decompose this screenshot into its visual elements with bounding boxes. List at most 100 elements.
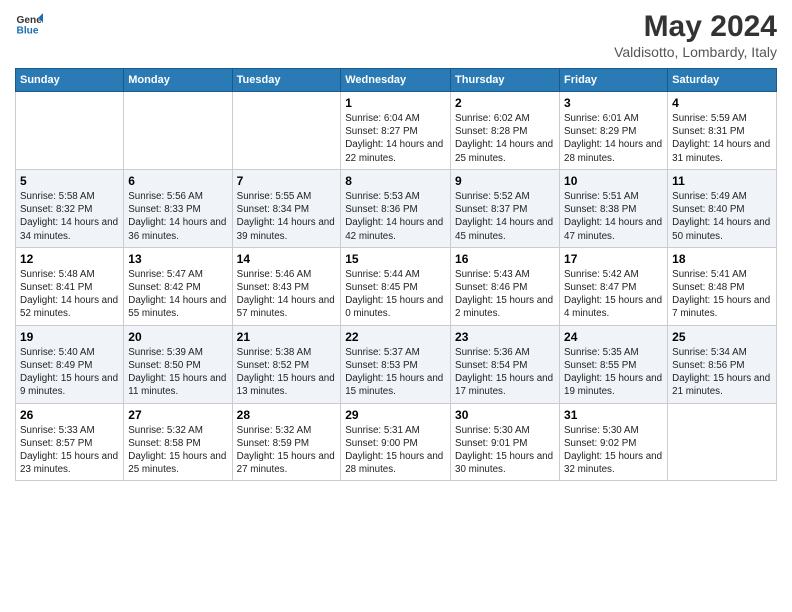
day-info: Sunrise: 5:58 AMSunset: 8:32 PMDaylight:… bbox=[20, 191, 118, 242]
day-number: 1 bbox=[345, 96, 446, 110]
cell-week3-day4: 23 Sunrise: 5:36 AMSunset: 8:54 PMDayligh… bbox=[451, 325, 560, 403]
day-info: Sunrise: 5:37 AMSunset: 8:53 PMDaylight:… bbox=[345, 347, 443, 398]
day-number: 24 bbox=[564, 330, 663, 344]
day-number: 6 bbox=[128, 174, 227, 188]
cell-week1-day4: 9 Sunrise: 5:52 AMSunset: 8:37 PMDaylight… bbox=[451, 169, 560, 247]
cell-week2-day0: 12Sunrise: 5:48 AMSunset: 8:41 PMDayligh… bbox=[16, 247, 124, 325]
day-info: Sunrise: 5:38 AMSunset: 8:52 PMDaylight:… bbox=[237, 347, 335, 398]
cell-week4-day2: 28Sunrise: 5:32 AMSunset: 8:59 PMDayligh… bbox=[232, 403, 341, 481]
day-info: Sunrise: 5:36 AMSunset: 8:54 PMDaylight:… bbox=[455, 347, 553, 398]
day-info: Sunrise: 5:35 AMSunset: 8:55 PMDaylight:… bbox=[564, 347, 662, 398]
header-row: Sunday Monday Tuesday Wednesday Thursday… bbox=[16, 69, 777, 92]
day-number: 30 bbox=[455, 408, 555, 422]
day-info: Sunrise: 5:33 AMSunset: 8:57 PMDaylight:… bbox=[20, 425, 118, 476]
day-number: 10 bbox=[564, 174, 663, 188]
cell-week0-day5: 3 Sunrise: 6:01 AMSunset: 8:29 PMDaylight… bbox=[560, 92, 668, 170]
cell-week2-day3: 15Sunrise: 5:44 AMSunset: 8:45 PMDayligh… bbox=[341, 247, 451, 325]
day-number: 7 bbox=[237, 174, 337, 188]
day-number: 5 bbox=[20, 174, 119, 188]
cell-week3-day0: 19 Sunrise: 5:40 AMSunset: 8:49 PMDayligh… bbox=[16, 325, 124, 403]
day-number: 8 bbox=[345, 174, 446, 188]
day-info: Sunrise: 5:31 AMSunset: 9:00 PMDaylight:… bbox=[345, 425, 443, 476]
day-info: Sunrise: 5:32 AMSunset: 8:58 PMDaylight:… bbox=[128, 425, 226, 476]
day-info: Sunrise: 5:30 AMSunset: 9:02 PMDaylight:… bbox=[564, 425, 662, 476]
day-number: 25 bbox=[672, 330, 772, 344]
title-block: May 2024 Valdisotto, Lombardy, Italy bbox=[614, 10, 777, 60]
day-info: Sunrise: 5:47 AMSunset: 8:42 PMDaylight:… bbox=[128, 269, 226, 320]
svg-text:Blue: Blue bbox=[17, 25, 39, 36]
day-info: Sunrise: 5:43 AMSunset: 8:46 PMDaylight:… bbox=[455, 269, 553, 320]
cell-week0-day3: 1 Sunrise: 6:04 AMSunset: 8:27 PMDaylight… bbox=[341, 92, 451, 170]
day-number: 18 bbox=[672, 252, 772, 266]
day-number: 16 bbox=[455, 252, 555, 266]
cell-week0-day0 bbox=[16, 92, 124, 170]
col-wednesday: Wednesday bbox=[341, 69, 451, 92]
day-info: Sunrise: 5:52 AMSunset: 8:37 PMDaylight:… bbox=[455, 191, 553, 242]
week-row-0: 1 Sunrise: 6:04 AMSunset: 8:27 PMDaylight… bbox=[16, 92, 777, 170]
cell-week4-day6 bbox=[668, 403, 777, 481]
day-number: 26 bbox=[20, 408, 119, 422]
cell-week3-day1: 20 Sunrise: 5:39 AMSunset: 8:50 PMDayligh… bbox=[124, 325, 232, 403]
day-number: 3 bbox=[564, 96, 663, 110]
day-number: 29 bbox=[345, 408, 446, 422]
day-info: Sunrise: 5:42 AMSunset: 8:47 PMDaylight:… bbox=[564, 269, 662, 320]
day-number: 4 bbox=[672, 96, 772, 110]
day-number: 21 bbox=[237, 330, 337, 344]
cell-week4-day0: 26 Sunrise: 5:33 AMSunset: 8:57 PMDayligh… bbox=[16, 403, 124, 481]
col-saturday: Saturday bbox=[668, 69, 777, 92]
cell-week4-day1: 27 Sunrise: 5:32 AMSunset: 8:58 PMDayligh… bbox=[124, 403, 232, 481]
cell-week3-day5: 24 Sunrise: 5:35 AMSunset: 8:55 PMDayligh… bbox=[560, 325, 668, 403]
day-info: Sunrise: 5:48 AMSunset: 8:41 PMDaylight:… bbox=[20, 269, 118, 320]
cell-week0-day4: 2Sunrise: 6:02 AMSunset: 8:28 PMDaylight… bbox=[451, 92, 560, 170]
cell-week2-day1: 13 Sunrise: 5:47 AMSunset: 8:42 PMDayligh… bbox=[124, 247, 232, 325]
col-monday: Monday bbox=[124, 69, 232, 92]
cell-week1-day0: 5 Sunrise: 5:58 AMSunset: 8:32 PMDaylight… bbox=[16, 169, 124, 247]
cell-week1-day2: 7 Sunrise: 5:55 AMSunset: 8:34 PMDaylight… bbox=[232, 169, 341, 247]
calendar-subtitle: Valdisotto, Lombardy, Italy bbox=[614, 44, 777, 60]
cell-week2-day4: 16 Sunrise: 5:43 AMSunset: 8:46 PMDayligh… bbox=[451, 247, 560, 325]
col-tuesday: Tuesday bbox=[232, 69, 341, 92]
cell-week1-day6: 11 Sunrise: 5:49 AMSunset: 8:40 PMDayligh… bbox=[668, 169, 777, 247]
col-sunday: Sunday bbox=[16, 69, 124, 92]
day-number: 13 bbox=[128, 252, 227, 266]
day-number: 20 bbox=[128, 330, 227, 344]
day-info: Sunrise: 5:30 AMSunset: 9:01 PMDaylight:… bbox=[455, 425, 553, 476]
day-info: Sunrise: 5:59 AMSunset: 8:31 PMDaylight:… bbox=[672, 113, 770, 164]
cell-week2-day6: 18Sunrise: 5:41 AMSunset: 8:48 PMDayligh… bbox=[668, 247, 777, 325]
cell-week1-day3: 8Sunrise: 5:53 AMSunset: 8:36 PMDaylight… bbox=[341, 169, 451, 247]
day-info: Sunrise: 5:39 AMSunset: 8:50 PMDaylight:… bbox=[128, 347, 226, 398]
day-number: 17 bbox=[564, 252, 663, 266]
day-number: 19 bbox=[20, 330, 119, 344]
day-info: Sunrise: 6:02 AMSunset: 8:28 PMDaylight:… bbox=[455, 113, 553, 164]
day-number: 22 bbox=[345, 330, 446, 344]
page-header: General Blue May 2024 Valdisotto, Lombar… bbox=[15, 10, 777, 60]
day-number: 31 bbox=[564, 408, 663, 422]
day-info: Sunrise: 5:49 AMSunset: 8:40 PMDaylight:… bbox=[672, 191, 770, 242]
day-number: 27 bbox=[128, 408, 227, 422]
cell-week4-day4: 30 Sunrise: 5:30 AMSunset: 9:01 PMDayligh… bbox=[451, 403, 560, 481]
day-number: 9 bbox=[455, 174, 555, 188]
cell-week2-day5: 17 Sunrise: 5:42 AMSunset: 8:47 PMDayligh… bbox=[560, 247, 668, 325]
day-info: Sunrise: 5:56 AMSunset: 8:33 PMDaylight:… bbox=[128, 191, 226, 242]
day-number: 11 bbox=[672, 174, 772, 188]
day-info: Sunrise: 6:04 AMSunset: 8:27 PMDaylight:… bbox=[345, 113, 443, 164]
week-row-2: 12Sunrise: 5:48 AMSunset: 8:41 PMDayligh… bbox=[16, 247, 777, 325]
day-info: Sunrise: 5:55 AMSunset: 8:34 PMDaylight:… bbox=[237, 191, 335, 242]
cell-week1-day5: 10 Sunrise: 5:51 AMSunset: 8:38 PMDayligh… bbox=[560, 169, 668, 247]
cell-week4-day5: 31 Sunrise: 5:30 AMSunset: 9:02 PMDayligh… bbox=[560, 403, 668, 481]
day-info: Sunrise: 5:40 AMSunset: 8:49 PMDaylight:… bbox=[20, 347, 118, 398]
week-row-1: 5 Sunrise: 5:58 AMSunset: 8:32 PMDaylight… bbox=[16, 169, 777, 247]
day-number: 23 bbox=[455, 330, 555, 344]
logo: General Blue bbox=[15, 10, 43, 38]
cell-week2-day2: 14Sunrise: 5:46 AMSunset: 8:43 PMDayligh… bbox=[232, 247, 341, 325]
day-info: Sunrise: 5:51 AMSunset: 8:38 PMDaylight:… bbox=[564, 191, 662, 242]
day-info: Sunrise: 5:44 AMSunset: 8:45 PMDaylight:… bbox=[345, 269, 443, 320]
week-row-3: 19 Sunrise: 5:40 AMSunset: 8:49 PMDayligh… bbox=[16, 325, 777, 403]
col-thursday: Thursday bbox=[451, 69, 560, 92]
cell-week4-day3: 29 Sunrise: 5:31 AMSunset: 9:00 PMDayligh… bbox=[341, 403, 451, 481]
calendar-title: May 2024 bbox=[614, 10, 777, 44]
day-info: Sunrise: 6:01 AMSunset: 8:29 PMDaylight:… bbox=[564, 113, 662, 164]
logo-icon: General Blue bbox=[15, 10, 43, 38]
day-info: Sunrise: 5:46 AMSunset: 8:43 PMDaylight:… bbox=[237, 269, 335, 320]
cell-week1-day1: 6 Sunrise: 5:56 AMSunset: 8:33 PMDaylight… bbox=[124, 169, 232, 247]
